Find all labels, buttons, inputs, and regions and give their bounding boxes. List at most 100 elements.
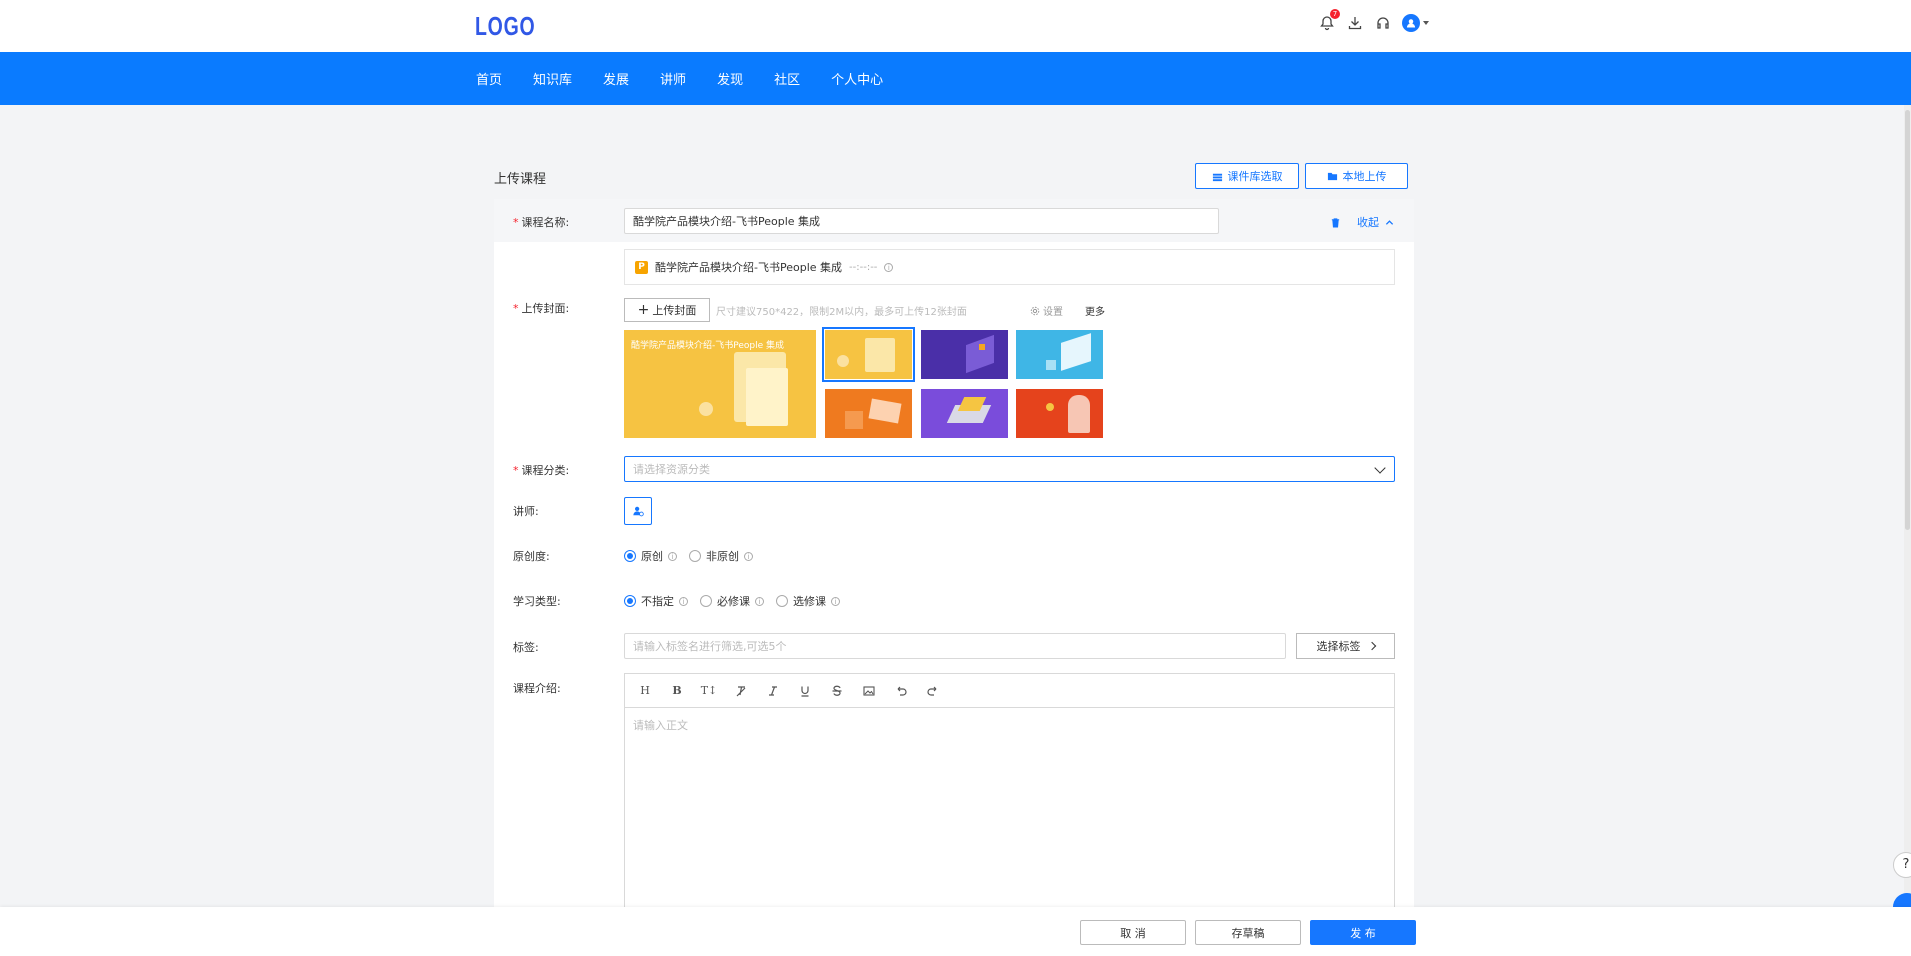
top-bar: LOGO 7 <box>0 0 1911 52</box>
cover-option-blue[interactable] <box>1016 330 1103 379</box>
nav-item-community[interactable]: 社区 <box>774 69 800 88</box>
chevron-up-icon <box>1385 219 1394 225</box>
uploaded-file: P 酷学院产品模块介绍-飞书People 集成 --:--:-- i <box>624 249 1395 285</box>
study-type-elective[interactable]: 选修课 i <box>776 593 840 609</box>
info-icon[interactable]: i <box>679 596 688 606</box>
footer-actions: 取 消 存草稿 发 布 <box>0 907 1911 956</box>
trash-icon[interactable] <box>1330 217 1341 228</box>
nav-item-development[interactable]: 发展 <box>603 69 629 88</box>
radio-checked[interactable] <box>624 550 636 562</box>
headset-icon[interactable] <box>1374 14 1392 32</box>
bold-icon[interactable]: B <box>667 681 687 701</box>
cancel-button[interactable]: 取 消 <box>1080 920 1186 945</box>
strikethrough-icon[interactable] <box>827 681 847 701</box>
study-type-label: 学习类型: <box>513 595 561 608</box>
help-button[interactable]: ? <box>1893 852 1911 878</box>
local-upload-label: 本地上传 <box>1342 170 1387 183</box>
stack-icon <box>1212 173 1222 181</box>
file-name: 酷学院产品模块介绍-飞书People 集成 <box>655 261 843 274</box>
chevron-down-icon <box>1423 21 1429 25</box>
font-size-icon[interactable]: T↕ <box>699 681 719 701</box>
tags-label: 标签: <box>513 641 539 654</box>
undo-icon[interactable] <box>891 681 911 701</box>
radio-unchecked[interactable] <box>689 550 701 562</box>
choose-tags-button[interactable]: 选择标签 <box>1296 633 1395 659</box>
course-name-input[interactable]: 酷学院产品模块介绍-飞书People 集成 <box>624 208 1219 234</box>
publish-button[interactable]: 发 布 <box>1310 920 1416 945</box>
radio-unchecked[interactable] <box>776 595 788 607</box>
nav-item-profile[interactable]: 个人中心 <box>831 69 883 88</box>
info-icon[interactable]: i <box>668 551 677 561</box>
intro-label: 课程介绍: <box>513 682 561 695</box>
cover-illustration-sheet <box>746 368 788 426</box>
top-icons: 7 <box>1318 9 1429 32</box>
editor-body[interactable]: 请输入正文 <box>625 708 1394 742</box>
tags-input[interactable]: 请输入标签名进行筛选,可选5个 <box>624 633 1286 659</box>
originality-original[interactable]: 原创 i <box>624 548 677 564</box>
add-teacher-button[interactable] <box>624 497 652 525</box>
user-menu[interactable] <box>1402 14 1429 32</box>
nav-item-home[interactable]: 首页 <box>476 69 502 88</box>
cover-option-yellow[interactable] <box>822 327 915 382</box>
courseware-library-label: 课件库选取 <box>1227 170 1283 183</box>
cover-settings[interactable]: 设置 <box>1030 303 1063 318</box>
heading-icon[interactable]: H <box>635 681 655 701</box>
scrollbar-thumb[interactable] <box>1905 110 1910 530</box>
collapse-toggle[interactable]: 收起 <box>1330 214 1394 230</box>
gear-icon <box>1030 306 1040 315</box>
redo-icon[interactable] <box>923 681 943 701</box>
originality-non-original[interactable]: 非原创 i <box>689 548 753 564</box>
cover-option-red[interactable] <box>1016 389 1103 438</box>
nav-item-discover[interactable]: 发现 <box>717 69 743 88</box>
cover-illustration-circle <box>699 402 713 416</box>
editor-placeholder: 请输入正文 <box>633 719 688 732</box>
courseware-library-button[interactable]: 课件库选取 <box>1195 163 1299 189</box>
cover-preview: 酷学院产品模块介绍-飞书People 集成 <box>624 330 816 438</box>
cover-option-violet[interactable] <box>921 389 1008 438</box>
chevron-right-icon <box>1367 641 1376 651</box>
editor-toolbar: H B T↕ <box>625 674 1394 708</box>
plus-icon: + <box>637 302 650 318</box>
study-type-radio-group: 不指定 i 必修课 i 选修课 i <box>624 593 852 609</box>
choose-tags-label: 选择标签 <box>1316 640 1361 653</box>
radio-unchecked[interactable] <box>700 595 712 607</box>
upload-cover-label: 上传封面 <box>652 304 697 317</box>
study-type-required[interactable]: 必修课 i <box>700 593 764 609</box>
info-icon[interactable]: i <box>744 551 753 561</box>
originality-radio-group: 原创 i 非原创 i <box>624 548 765 564</box>
chevron-down-icon <box>1374 462 1386 474</box>
logo[interactable]: LOGO <box>475 11 535 42</box>
cover-hint: 尺寸建议750*422，限制2M以内，最多可上传12张封面 <box>716 307 967 318</box>
download-icon[interactable] <box>1346 14 1364 32</box>
study-type-unspecified[interactable]: 不指定 i <box>624 593 688 609</box>
folder-icon <box>1327 172 1337 180</box>
cover-option-purple[interactable] <box>921 330 1008 379</box>
info-icon[interactable]: i <box>755 596 764 606</box>
category-label: * 课程分类: <box>513 464 570 477</box>
info-icon[interactable]: i <box>884 262 894 272</box>
italic-icon[interactable] <box>763 681 783 701</box>
category-select[interactable]: 请选择资源分类 <box>624 456 1395 482</box>
bell-icon[interactable]: 7 <box>1318 9 1340 32</box>
nav-item-teachers[interactable]: 讲师 <box>660 69 686 88</box>
more-covers-link[interactable]: 更多 <box>1085 303 1105 318</box>
underline-icon[interactable] <box>795 681 815 701</box>
collapse-label: 收起 <box>1357 216 1379 229</box>
originality-label: 原创度: <box>513 550 550 563</box>
avatar[interactable] <box>1402 14 1420 32</box>
info-icon[interactable]: i <box>831 596 840 606</box>
file-duration: --:--:-- <box>849 261 878 273</box>
clear-format-icon[interactable] <box>731 681 751 701</box>
upload-cover-button[interactable]: + 上传封面 <box>624 298 710 322</box>
radio-checked[interactable] <box>624 595 636 607</box>
rich-text-editor[interactable]: H B T↕ 请输入正文 <box>624 673 1395 913</box>
course-name-label: * 课程名称: <box>513 216 570 229</box>
notification-badge: 7 <box>1330 9 1340 19</box>
local-upload-button[interactable]: 本地上传 <box>1305 163 1408 189</box>
main-nav: 首页 知识库 发展 讲师 发现 社区 个人中心 <box>0 52 1911 105</box>
image-icon[interactable] <box>859 681 879 701</box>
nav-item-knowledge[interactable]: 知识库 <box>533 69 572 88</box>
ppt-file-icon: P <box>635 260 648 274</box>
save-draft-button[interactable]: 存草稿 <box>1195 920 1301 945</box>
cover-option-orange[interactable] <box>825 389 912 438</box>
